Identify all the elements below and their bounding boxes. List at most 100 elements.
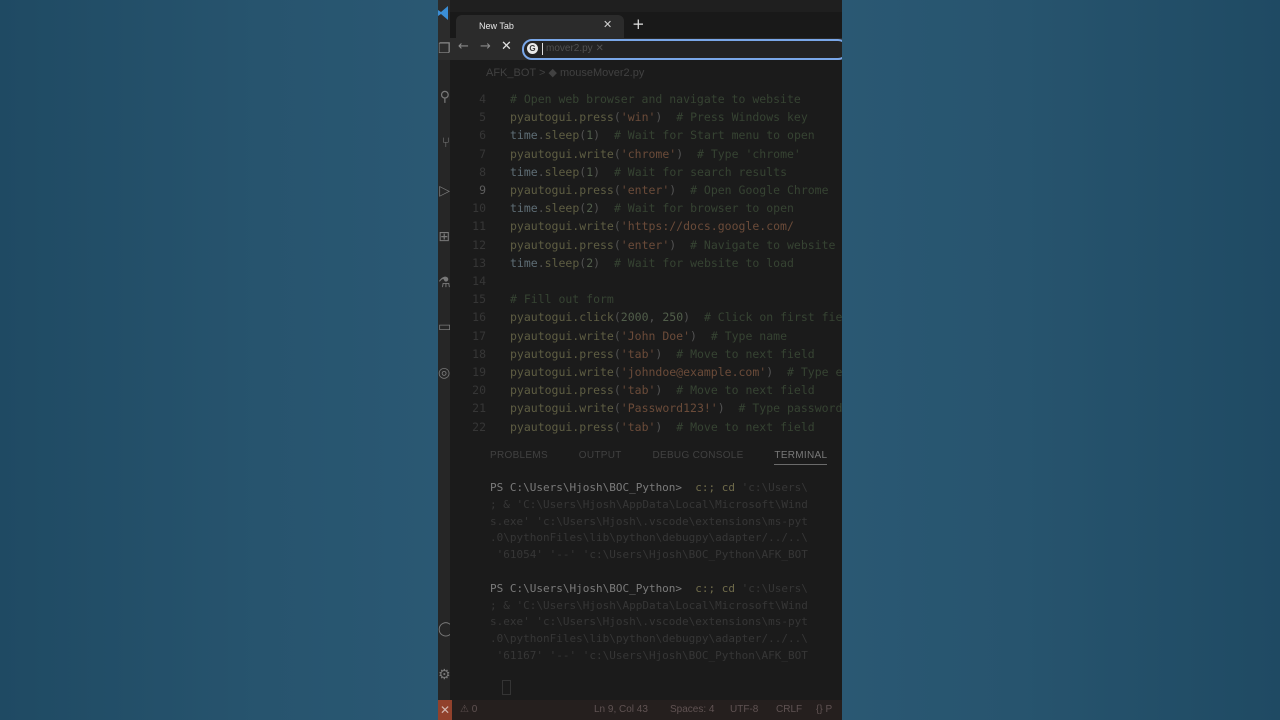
code-line[interactable]: 18 pyautogui.press('tab') # Move to next … [450,345,842,363]
new-tab-button[interactable]: + [632,15,645,33]
source-control-icon[interactable]: ⑂ [438,134,450,152]
code-text: pyautogui.click(2000, 250) # Click on fi… [510,310,842,325]
explorer-icon[interactable]: ❐ [438,40,450,58]
terminal-line: PS C:\Users\Hjosh\BOC_Python> c:; cd 'c:… [490,581,808,595]
screen-recording: ❐ ⚲ ⑂ ▷ ⊞ ⚗ ▭ ◎ ◯ ⚙ AFK_BOT > ◆ mouseMov… [438,0,842,720]
code-line[interactable]: 20 pyautogui.press('tab') # Move to next … [450,381,842,399]
status-bar: ✕ ⚠ 0 Ln 9, Col 43 Spaces: 4 UTF-8 CRLF … [438,700,842,720]
code-text: pyautogui.press('win') # Press Windows k… [510,110,808,125]
tab-output[interactable]: OUTPUT [579,450,622,461]
terminal-line: '61167' '--' 'c:\Users\Hjosh\BOC_Python\… [490,648,808,662]
account-icon[interactable]: ◯ [438,620,450,638]
code-line[interactable]: 6 time.sleep(1) # Wait for Start menu to … [450,126,842,144]
code-text: pyautogui.press('enter') # Navigate to w… [510,237,836,252]
code-text: pyautogui.press('tab') # Move to next fi… [510,419,815,434]
code-line[interactable]: 13 time.sleep(2) # Wait for website to lo… [450,254,842,272]
extensions-icon[interactable]: ⊞ [438,228,450,246]
remote-explorer-icon[interactable]: ▭ [438,318,450,336]
activity-bar: ❐ ⚲ ⑂ ▷ ⊞ ⚗ ▭ ◎ ◯ ⚙ [438,0,450,720]
code-text: # Fill out form [510,292,614,307]
terminal-line: PS C:\Users\Hjosh\BOC_Python> c:; cd 'c:… [490,481,808,494]
background-right [842,0,1280,720]
status-encoding[interactable]: UTF-8 [730,704,758,715]
status-indentation[interactable]: Spaces: 4 [670,704,714,715]
code-line[interactable]: 14 [450,272,842,290]
code-text: time.sleep(1) # Wait for search results [510,164,788,179]
status-cursor-position[interactable]: Ln 9, Col 43 [594,704,648,715]
editor-area: AFK_BOT > ◆ mouseMover2.py 4 # Open web b… [450,0,842,700]
terminal-output[interactable]: PS C:\Users\Hjosh\BOC_Python> c:; cd 'c:… [490,480,842,665]
line-number: 6 [479,128,486,143]
code-text: pyautogui.write('John Doe') # Type name [510,328,788,343]
code-text: time.sleep(2) # Wait for website to load [510,255,794,270]
code-line[interactable]: 16 pyautogui.click(2000, 250) # Click on … [450,308,842,326]
back-arrow-icon[interactable]: ← [458,39,469,54]
browser-toolbar: ← → ✕ G mover2.py ✕ [450,38,842,60]
tab-close-icon[interactable]: ✕ [603,18,612,31]
code-text: pyautogui.write('Password123!') # Type p… [510,401,842,416]
breadcrumb[interactable]: AFK_BOT > ◆ mouseMover2.py [486,66,644,79]
browser-tab-title: New Tab [479,21,514,31]
line-number: 16 [472,310,486,325]
code-line[interactable]: 21 pyautogui.write('Password123!') # Type… [450,399,842,417]
code-line[interactable]: 19 pyautogui.write('johndoe@example.com')… [450,363,842,381]
code-line[interactable]: 22 pyautogui.press('tab') # Move to next … [450,418,842,436]
code-line[interactable]: 17 pyautogui.write('John Doe') # Type nam… [450,327,842,345]
line-number: 19 [472,365,486,379]
status-errors[interactable]: ⚠ 0 [460,704,477,715]
code-line[interactable]: 5 pyautogui.press('win') # Press Windows … [450,108,842,126]
line-number: 9 [479,183,486,197]
tab-debug-console[interactable]: DEBUG CONSOLE [652,450,743,461]
code-line[interactable]: 15 # Fill out form [450,290,842,308]
tab-terminal[interactable]: TERMINAL [774,450,828,465]
code-text: # Open web browser and navigate to websi… [510,92,801,106]
stop-loading-icon[interactable]: ✕ [501,39,512,54]
browser-tab[interactable]: New Tab ✕ [456,15,624,38]
line-number: 17 [472,328,486,343]
terminal-line: .0\pythonFiles\lib\python\debugpy\adapte… [490,531,808,545]
tab-problems[interactable]: PROBLEMS [490,450,548,461]
code-line[interactable]: 7 pyautogui.write('chrome') # Type 'chrom… [450,145,842,163]
remote-indicator-icon[interactable]: ✕ [438,700,452,720]
line-number: 22 [472,419,486,434]
forward-arrow-icon[interactable]: → [480,39,491,54]
address-bar-underlay-text: mover2.py ✕ [546,43,604,54]
code-line[interactable]: 10 time.sleep(2) # Wait for browser to op… [450,199,842,217]
run-debug-icon[interactable]: ▷ [438,182,450,200]
panel-tabs: PROBLEMS OUTPUT DEBUG CONSOLE TERMINAL [490,450,842,466]
testing-icon[interactable]: ⚗ [438,274,450,292]
status-eol[interactable]: CRLF [776,704,802,715]
code-text: pyautogui.write('johndoe@example.com') #… [510,365,842,379]
terminal-line: '61054' '--' 'c:\Users\Hjosh\BOC_Python\… [490,548,808,562]
background-left [0,0,438,720]
terminal-line: .0\pythonFiles\lib\python\debugpy\adapte… [490,632,808,646]
code-line[interactable]: 8 time.sleep(1) # Wait for search results [450,163,842,181]
terminal-line: s.exe' 'c:\Users\Hjosh\.vscode\extension… [490,514,808,528]
address-bar[interactable]: G mover2.py ✕ [522,39,842,60]
line-number: 14 [472,274,486,288]
status-language[interactable]: {} P [816,704,832,715]
search-icon[interactable]: ⚲ [438,88,450,106]
code-line[interactable]: 4 # Open web browser and navigate to webs… [450,90,842,108]
terminal-cursor [502,680,511,695]
text-caret [542,43,543,55]
code-line[interactable]: 9 pyautogui.press('enter') # Open Google … [450,181,842,199]
terminal-line: ; & 'C:\Users\Hjosh\AppData\Local\Micros… [490,497,808,511]
line-number: 15 [472,292,486,307]
code-line[interactable]: 11 pyautogui.write('https://docs.google.c… [450,217,842,235]
line-number: 10 [472,201,486,216]
line-number: 11 [472,219,486,234]
terminal-line: s.exe' 'c:\Users\Hjosh\.vscode\extension… [490,615,808,629]
line-number: 4 [479,92,486,106]
code-line[interactable]: 12 pyautogui.press('enter') # Navigate to… [450,236,842,254]
line-number: 20 [472,383,486,398]
code-text: pyautogui.press('tab') # Move to next fi… [510,346,815,361]
terminal-line: ; & 'C:\Users\Hjosh\AppData\Local\Micros… [490,598,808,612]
line-number: 7 [479,146,486,161]
line-number: 5 [479,110,486,125]
code-text: pyautogui.press('enter') # Open Google C… [510,183,829,197]
settings-gear-icon[interactable]: ⚙ [438,666,450,684]
python-icon[interactable]: ◎ [438,364,450,382]
code-text: pyautogui.write('https://docs.google.com… [510,219,794,234]
